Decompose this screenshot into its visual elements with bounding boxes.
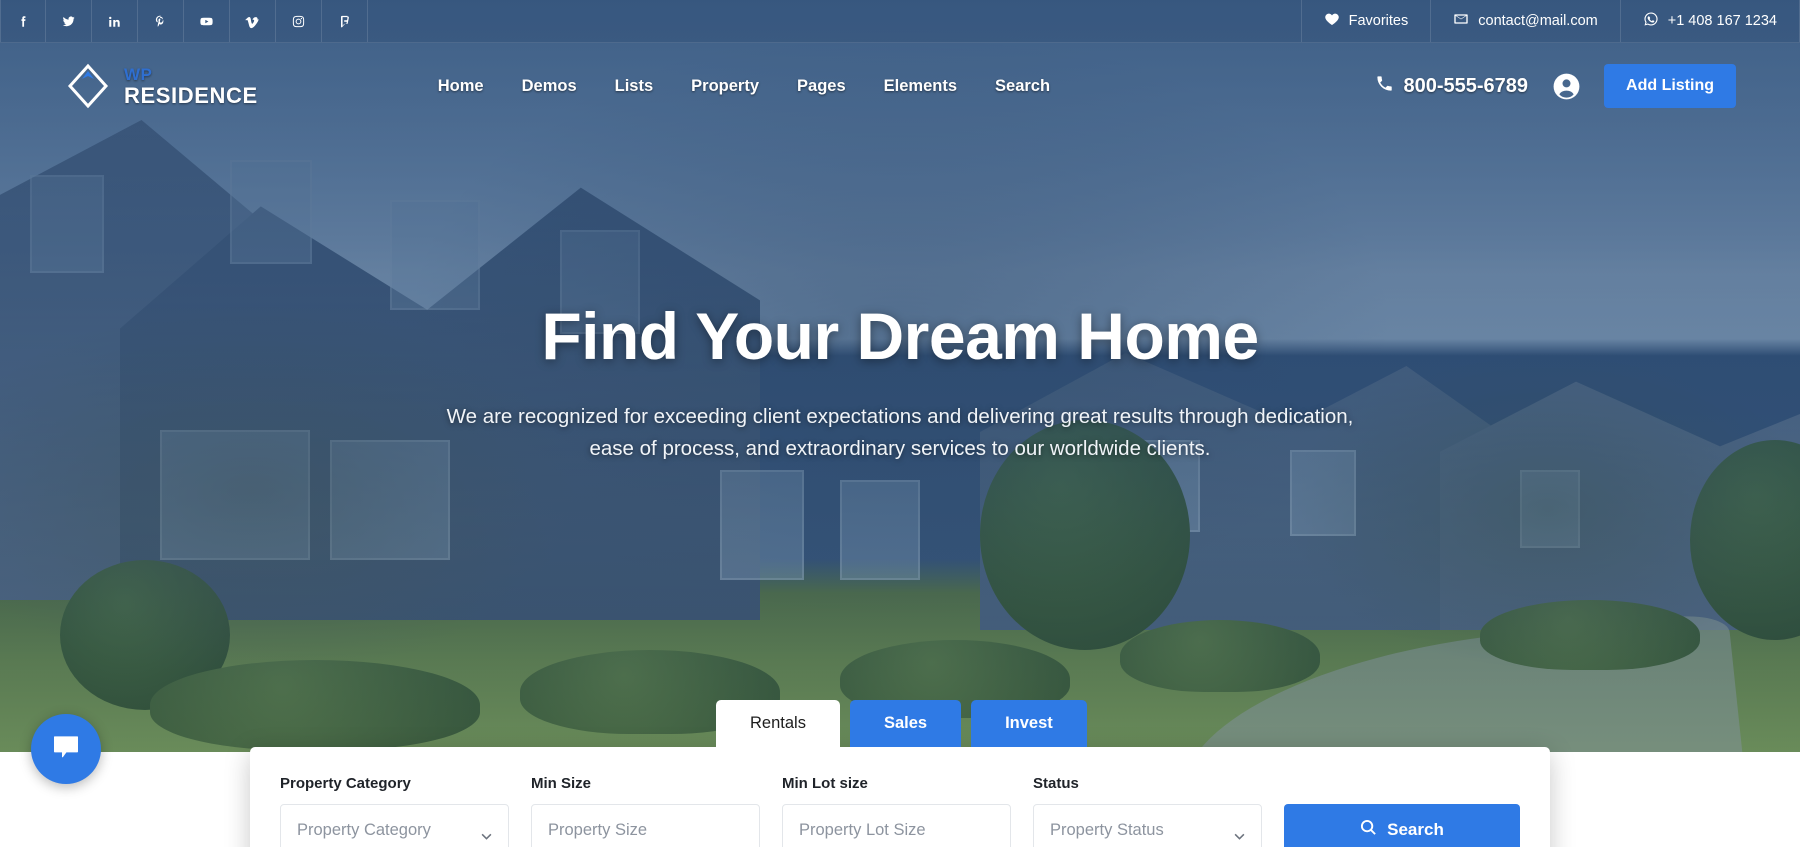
select-property-category-value: Property Category [297, 820, 431, 839]
label-min-size: Min Size [531, 775, 592, 792]
search-button-label: Search [1387, 820, 1444, 839]
search-tabs: Rentals Sales Invest [716, 700, 1550, 747]
chat-widget-button[interactable] [31, 714, 101, 784]
email-label: contact@mail.com [1478, 13, 1598, 29]
tab-sales[interactable]: Sales [849, 700, 962, 747]
field-status: Status Property Status [1033, 775, 1262, 847]
phone-icon [1375, 74, 1394, 99]
nav-item-demos[interactable]: Demos [522, 77, 577, 96]
whatsapp-link[interactable]: +1 408 167 1234 [1619, 0, 1800, 42]
input-min-size-wrap[interactable] [531, 804, 760, 847]
nav-item-elements[interactable]: Elements [884, 77, 957, 96]
favorites-label: Favorites [1348, 13, 1409, 29]
chat-bubble-icon [50, 731, 82, 768]
search-submit-button[interactable]: Search [1284, 804, 1520, 847]
search-form-panel: Property Category Property Category Min … [250, 747, 1550, 847]
tab-invest[interactable]: Invest [971, 700, 1087, 747]
chevron-down-icon [481, 827, 492, 840]
primary-navigation: Home Demos Lists Property Pages Elements… [438, 77, 1050, 96]
min-lot-size-input[interactable] [799, 820, 994, 840]
hero-title: Find Your Dream Home [541, 299, 1259, 373]
hero-subtitle-line-2: ease of process, and extraordinary servi… [589, 437, 1211, 461]
top-contact-links: Favorites contact@mail.com +1 408 167 12… [1300, 0, 1800, 42]
main-header: WP RESIDENCE Home Demos Lists Property P… [0, 43, 1800, 129]
field-min-size: Min Size [531, 775, 760, 847]
twitter-icon[interactable] [46, 0, 92, 42]
youtube-icon[interactable] [184, 0, 230, 42]
site-logo[interactable]: WP RESIDENCE [64, 62, 258, 110]
foursquare-icon[interactable] [322, 0, 368, 42]
header-phone[interactable]: 800-555-6789 [1375, 74, 1528, 99]
select-property-status-value: Property Status [1050, 820, 1164, 839]
label-property-category: Property Category [280, 775, 411, 792]
pinterest-icon[interactable] [138, 0, 184, 42]
field-property-category: Property Category Property Category [280, 775, 509, 847]
email-link[interactable]: contact@mail.com [1430, 0, 1619, 42]
envelope-icon [1453, 11, 1469, 31]
instagram-icon[interactable] [276, 0, 322, 42]
heart-icon [1324, 11, 1340, 31]
vimeo-icon[interactable] [230, 0, 276, 42]
field-min-lot-size: Min Lot size [782, 775, 1011, 847]
min-size-input[interactable] [548, 820, 743, 840]
favorites-link[interactable]: Favorites [1300, 0, 1431, 42]
nav-item-lists[interactable]: Lists [615, 77, 654, 96]
facebook-icon[interactable] [0, 0, 46, 42]
linkedin-icon[interactable] [92, 0, 138, 42]
nav-item-search[interactable]: Search [995, 77, 1050, 96]
logo-wp-text: WP [124, 64, 153, 84]
whatsapp-icon [1643, 11, 1659, 31]
hero-subtitle: We are recognized for exceeding client e… [440, 401, 1360, 467]
search-icon [1360, 819, 1377, 841]
select-property-status[interactable]: Property Status [1033, 804, 1262, 847]
chevron-down-icon [1234, 827, 1245, 840]
header-actions: 800-555-6789 Add Listing [1375, 64, 1736, 108]
property-search-widget: Rentals Sales Invest Property Category P… [250, 700, 1550, 847]
logo-wordmark: WP RESIDENCE [124, 66, 258, 107]
select-property-category[interactable]: Property Category [280, 804, 509, 847]
input-min-lot-size-wrap[interactable] [782, 804, 1011, 847]
whatsapp-label: +1 408 167 1234 [1667, 13, 1777, 29]
label-min-lot-size: Min Lot size [782, 775, 868, 792]
nav-item-property[interactable]: Property [691, 77, 759, 96]
add-listing-button[interactable]: Add Listing [1604, 64, 1736, 108]
logo-residence-text: RESIDENCE [124, 82, 258, 108]
top-utility-bar: Favorites contact@mail.com +1 408 167 12… [0, 0, 1800, 43]
user-account-icon[interactable] [1550, 70, 1582, 102]
label-status: Status [1033, 775, 1079, 792]
header-phone-number: 800-555-6789 [1403, 74, 1529, 97]
diamond-logo-icon [64, 62, 112, 110]
nav-item-home[interactable]: Home [438, 77, 484, 96]
page-root: Favorites contact@mail.com +1 408 167 12… [0, 0, 1800, 847]
social-links [0, 0, 368, 42]
hero-content: Find Your Dream Home We are recognized f… [0, 300, 1800, 466]
hero-subtitle-line-1: We are recognized for exceeding client e… [446, 404, 1354, 428]
nav-item-pages[interactable]: Pages [797, 77, 846, 96]
tab-rentals[interactable]: Rentals [716, 700, 840, 747]
